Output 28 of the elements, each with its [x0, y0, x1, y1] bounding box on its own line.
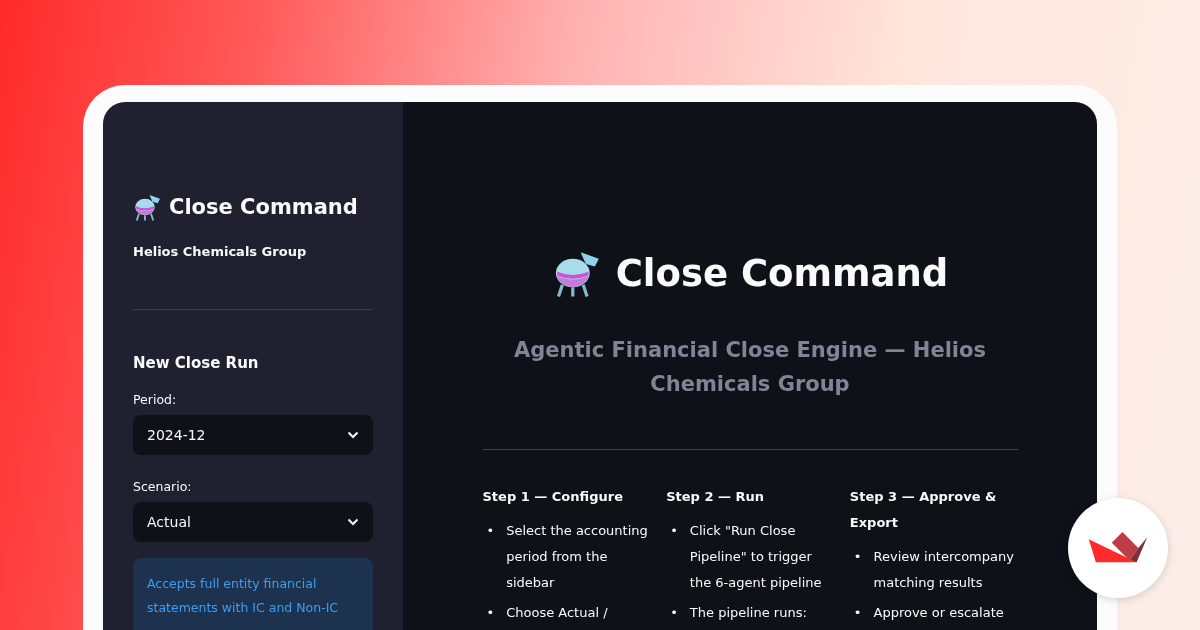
step-heading: Step 3 — Approve & Export	[849, 488, 998, 532]
step-instruction: Click "Run Close Pipeline" to trigger the 6-agent pipeline	[689, 522, 823, 592]
field-label: Period:	[133, 392, 178, 407]
list-bullet: •	[486, 604, 495, 622]
step-instruction: Approve or escalate	[873, 604, 1004, 622]
info-message: Accepts full entity financial statements with IC and Non-IC	[133, 558, 373, 630]
chevron-down-icon	[347, 518, 359, 526]
field-label: Scenario:	[133, 479, 193, 494]
list-bullet: •	[670, 522, 678, 540]
step-instruction: Choose Actual /	[506, 604, 608, 622]
step-instruction: The pipeline runs:	[689, 604, 807, 622]
list-bullet: •	[853, 604, 862, 622]
page-title: Close Command	[615, 251, 949, 295]
page-subtitle: Agentic Financial Close Engine — Helios Chemicals Group	[513, 337, 987, 398]
select-field[interactable]: Actual	[133, 502, 373, 542]
step-heading: Step 1 — Configure	[482, 488, 624, 506]
list-bullet: •	[670, 604, 678, 622]
step-instruction: Select the accounting period from the sidebar	[506, 522, 649, 592]
section-heading: New Close Run	[133, 354, 260, 372]
flask-icon	[133, 192, 163, 222]
chevron-down-icon	[347, 431, 359, 439]
step-heading: Step 2 — Run	[666, 488, 765, 506]
list-bullet: •	[486, 522, 495, 540]
step-instruction: Review intercompany matching results	[873, 548, 1015, 592]
organization-name: Helios Chemicals Group	[133, 244, 308, 259]
list-bullet: •	[853, 548, 862, 566]
sidebar-title: Close Command	[169, 195, 358, 219]
select-field[interactable]: 2024-12	[133, 415, 373, 455]
